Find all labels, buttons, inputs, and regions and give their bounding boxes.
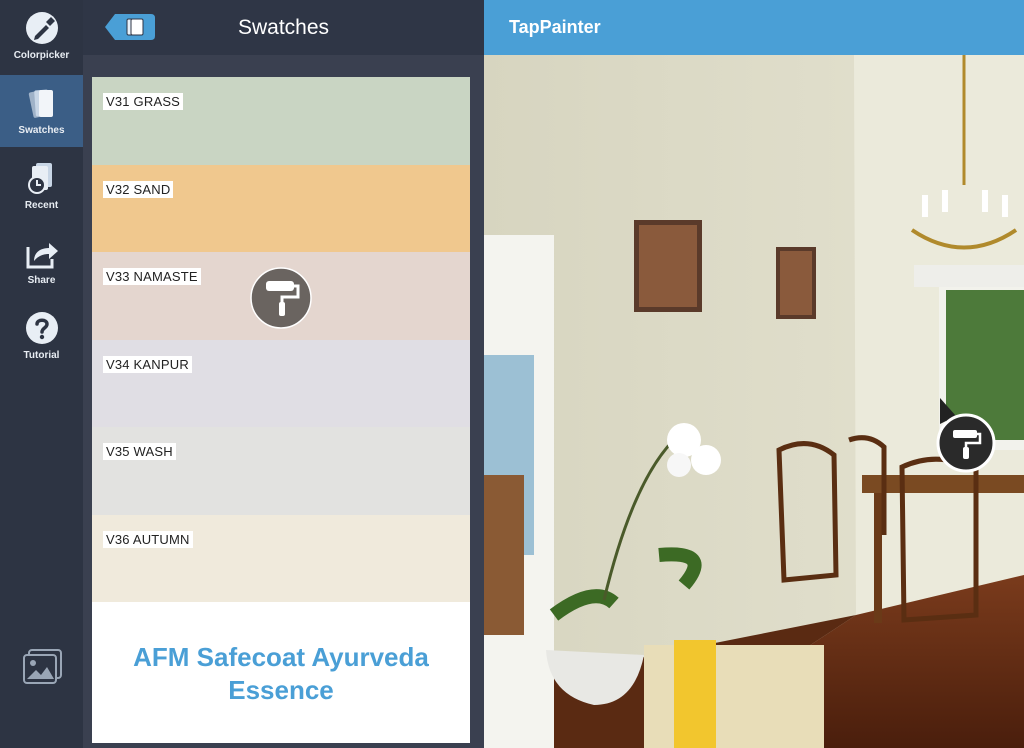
swatch-label: V36 AUTUMN — [103, 530, 193, 548]
swatch-label: V32 SAND — [103, 180, 174, 198]
nav-colorpicker[interactable]: Colorpicker — [0, 0, 83, 72]
nav-label: Swatches — [18, 125, 65, 136]
nav-tutorial[interactable]: Tutorial — [0, 300, 83, 372]
brand-line: AFM Safecoat Ayurveda — [133, 642, 429, 672]
nav-label: Colorpicker — [13, 50, 70, 61]
swatches-header: Swatches — [83, 0, 484, 55]
swatch-item[interactable]: V32 SAND — [92, 164, 470, 252]
roller-cursor[interactable] — [936, 398, 1000, 476]
nav-label: Recent — [24, 200, 59, 211]
nav-label: Share — [27, 275, 56, 286]
side-nav: Colorpicker Swatches Recent Share Tutori… — [0, 0, 83, 748]
swatch-item[interactable]: V34 KANPUR — [92, 339, 470, 427]
gallery-icon[interactable] — [22, 648, 64, 686]
brand-line: Essence — [228, 675, 334, 705]
swatch-label: V31 GRASS — [103, 93, 184, 110]
nav-label: Tutorial — [23, 350, 60, 361]
share-icon — [26, 243, 58, 269]
recent-icon — [27, 163, 52, 194]
swatch-label: V34 KANPUR — [103, 355, 192, 373]
back-button[interactable] — [105, 14, 155, 40]
swatch-item[interactable]: V31 GRASS — [92, 77, 470, 165]
eyedropper-icon — [25, 12, 58, 44]
nav-swatches[interactable]: Swatches — [0, 75, 83, 147]
swatch-item[interactable]: V36 AUTUMN — [92, 514, 470, 602]
paint-roller-button[interactable] — [250, 267, 312, 329]
back-icon — [126, 18, 144, 36]
swatches-icon — [28, 89, 53, 118]
swatch-label: V35 WASH — [103, 443, 176, 460]
tappainter-header: TapPainter — [484, 0, 1024, 55]
app-title: TapPainter — [509, 17, 601, 37]
nav-share[interactable]: Share — [0, 225, 83, 297]
brand-title: AFM Safecoat Ayurveda Essence — [92, 603, 470, 743]
help-icon — [25, 312, 58, 344]
swatch-label: V33 NAMASTE — [103, 268, 201, 285]
swatch-list: V31 GRASS V32 SAND V33 NAMASTE V34 KANPU… — [92, 77, 470, 743]
nav-recent[interactable]: Recent — [0, 150, 83, 222]
swatch-item[interactable]: V35 WASH — [92, 427, 470, 515]
